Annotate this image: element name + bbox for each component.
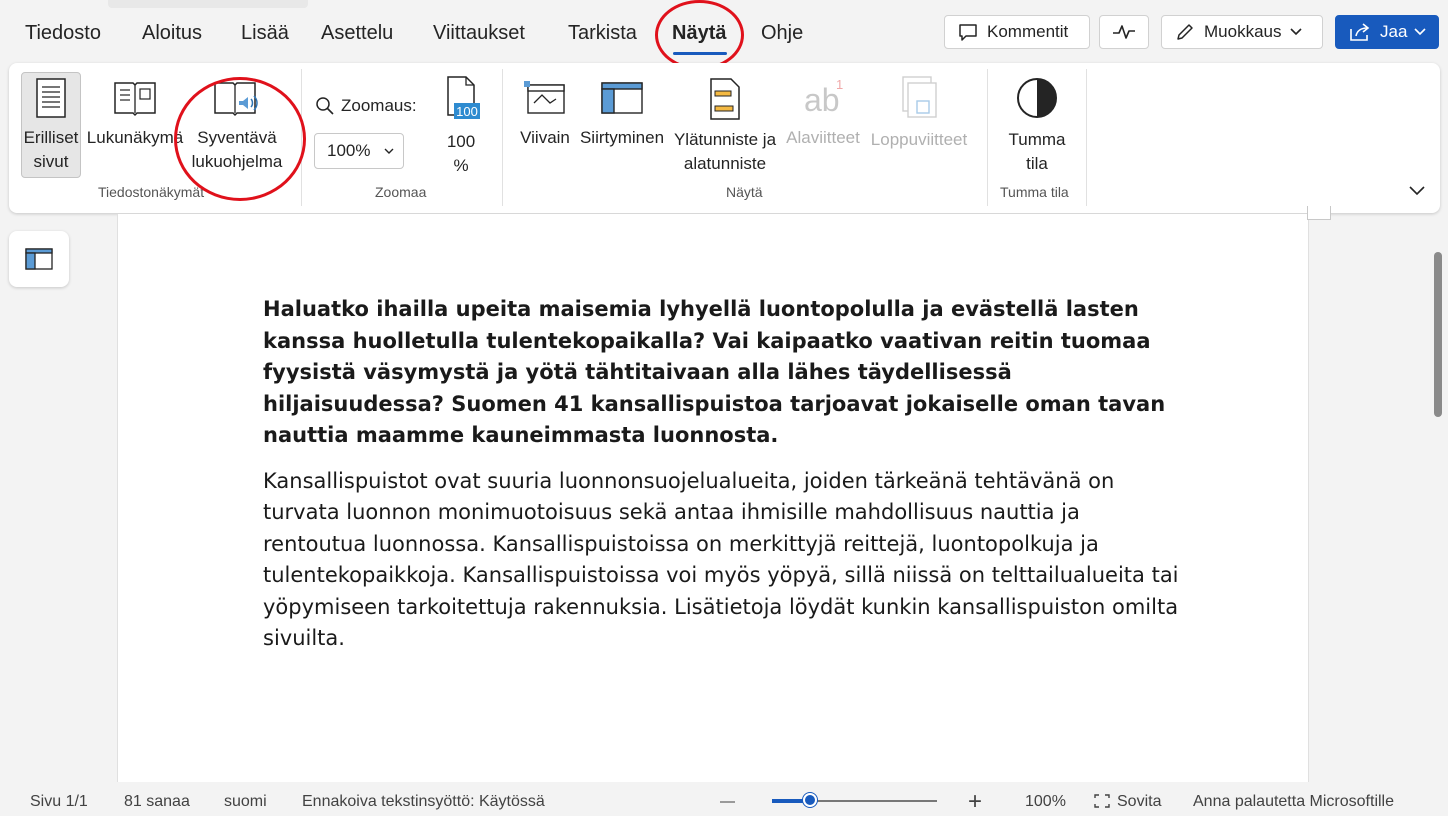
chevron-down-icon bbox=[1414, 28, 1426, 36]
chevron-down-icon bbox=[384, 148, 394, 154]
language-indicator[interactable]: suomi bbox=[224, 793, 267, 811]
reading-view-button[interactable]: Lukunäkymä bbox=[85, 77, 185, 150]
editing-label: Muokkaus bbox=[1204, 22, 1282, 41]
tab-home[interactable]: Aloitus bbox=[142, 22, 202, 45]
header-footer-label-2: alatunniste bbox=[683, 154, 767, 173]
endnotes-label: Loppuviitteet bbox=[870, 130, 968, 149]
ruler-marker bbox=[1307, 206, 1331, 220]
zoom-100-label-1: 100 bbox=[446, 132, 476, 151]
book-icon bbox=[114, 82, 156, 117]
tab-view[interactable]: Näytä bbox=[672, 22, 726, 45]
search-icon bbox=[316, 97, 334, 115]
ribbon-separator bbox=[502, 69, 503, 206]
document-body[interactable]: Haluatko ihailla upeita maisemia lyhyell… bbox=[263, 294, 1183, 669]
ruler-button[interactable]: Viivain bbox=[515, 77, 575, 150]
separate-pages-label-1: Erilliset bbox=[23, 128, 79, 147]
status-bar: Sivu 1/1 81 sanaa suomi Ennakoiva teksti… bbox=[0, 783, 1448, 816]
zoom-out-button[interactable]: — bbox=[720, 793, 735, 810]
group-label-show: Näytä bbox=[726, 184, 763, 200]
group-label-views: Tiedostonäkymät bbox=[98, 184, 205, 200]
word-count[interactable]: 81 sanaa bbox=[124, 793, 190, 811]
comments-button[interactable]: Kommentit bbox=[944, 15, 1090, 49]
document-page[interactable]: Haluatko ihailla upeita maisemia lyhyell… bbox=[117, 214, 1309, 782]
fit-icon bbox=[1094, 794, 1110, 808]
tab-bar: Tiedosto Aloitus Lisää Asettelu Viittauk… bbox=[0, 0, 1448, 70]
ribbon-collapse-chevron-icon[interactable] bbox=[1408, 185, 1426, 197]
ribbon-separator bbox=[301, 69, 302, 206]
share-label: Jaa bbox=[1380, 22, 1408, 41]
navigation-pane-toggle[interactable] bbox=[9, 231, 69, 287]
zoom-in-button[interactable]: + bbox=[968, 788, 982, 816]
fit-button[interactable]: Sovita bbox=[1117, 793, 1161, 811]
tab-layout[interactable]: Asettelu bbox=[321, 22, 393, 45]
ribbon-separator bbox=[1086, 69, 1087, 206]
lead-paragraph[interactable]: Haluatko ihailla upeita maisemia lyhyell… bbox=[263, 294, 1183, 452]
dark-mode-label-1: Tumma bbox=[1008, 130, 1066, 149]
separate-pages-label-2: sivut bbox=[33, 152, 69, 171]
navigation-pane-icon bbox=[25, 248, 53, 270]
header-footer-icon bbox=[710, 78, 740, 120]
footnote-icon: ab1 bbox=[804, 77, 843, 118]
group-label-dark-mode: Tumma tila bbox=[1000, 184, 1069, 200]
zoom-label-row: Zoomaus: bbox=[314, 95, 417, 117]
ribbon-separator bbox=[987, 69, 988, 206]
body-paragraph[interactable]: Kansallispuistot ovat suuria luonnonsuoj… bbox=[263, 466, 1183, 655]
zoom-select-value: 100% bbox=[327, 141, 371, 160]
endnote-icon bbox=[902, 76, 937, 118]
share-icon bbox=[1350, 23, 1370, 41]
group-label-zoom: Zoomaa bbox=[375, 184, 427, 200]
title-strip bbox=[108, 0, 308, 8]
tab-insert[interactable]: Lisää bbox=[241, 22, 289, 45]
tab-references[interactable]: Viittaukset bbox=[433, 22, 525, 45]
footnotes-button[interactable]: ab 1 Alaviitteet bbox=[781, 75, 865, 150]
pencil-icon bbox=[1177, 24, 1193, 40]
zoom-percent[interactable]: 100% bbox=[1025, 793, 1066, 811]
navigation-pane-icon bbox=[601, 82, 643, 114]
header-footer-label-1: Ylätunniste ja bbox=[673, 130, 777, 149]
active-tab-indicator bbox=[673, 52, 727, 55]
share-button[interactable]: Jaa bbox=[1335, 15, 1439, 49]
separate-pages-button[interactable]: Erilliset sivut bbox=[21, 77, 81, 174]
editing-mode-button[interactable]: Muokkaus bbox=[1161, 15, 1323, 49]
chevron-down-icon bbox=[1290, 28, 1303, 36]
immersive-reader-button[interactable]: Syventävä lukuohjelma bbox=[185, 77, 289, 174]
dark-mode-label-2: tila bbox=[1026, 154, 1048, 173]
dark-mode-icon bbox=[1017, 78, 1057, 118]
predictive-text-status[interactable]: Ennakoiva tekstinsyöttö: Käytössä bbox=[302, 793, 545, 811]
feedback-link[interactable]: Anna palautetta Microsoftille bbox=[1193, 793, 1394, 811]
footnotes-label: Alaviitteet bbox=[786, 128, 860, 147]
immersive-reader-icon bbox=[214, 82, 258, 117]
footnote-icon-glyph: ab bbox=[804, 82, 840, 118]
endnotes-button[interactable]: Loppuviitteet bbox=[865, 75, 973, 152]
header-footer-button[interactable]: Ylätunniste ja alatunniste bbox=[669, 77, 781, 176]
immersive-reader-label-2: lukuohjelma bbox=[191, 152, 283, 171]
immersive-reader-label-1: Syventävä bbox=[197, 128, 277, 147]
navigation-pane-button[interactable]: Siirtyminen bbox=[575, 77, 669, 150]
reading-view-label: Lukunäkymä bbox=[86, 128, 184, 147]
comment-icon bbox=[959, 24, 977, 41]
dark-mode-button[interactable]: Tumma tila bbox=[997, 75, 1077, 176]
ribbon: Erilliset sivut Lukunäkymä Syventävä luk… bbox=[9, 63, 1440, 213]
activity-icon bbox=[1113, 25, 1135, 39]
zoom-100-label-2: % bbox=[453, 156, 469, 175]
page-count[interactable]: Sivu 1/1 bbox=[30, 793, 88, 811]
footnote-icon-superscript: 1 bbox=[836, 77, 843, 92]
zoom-label: Zoomaus: bbox=[341, 96, 417, 115]
vertical-scrollbar[interactable] bbox=[1434, 252, 1442, 417]
comments-label: Kommentit bbox=[987, 22, 1069, 41]
tab-help[interactable]: Ohje bbox=[761, 22, 803, 45]
zoom-100-icon-text: 100 bbox=[456, 104, 478, 119]
tab-review[interactable]: Tarkista bbox=[568, 22, 637, 45]
zoom-select[interactable]: 100% bbox=[314, 133, 404, 169]
navigation-label: Siirtyminen bbox=[579, 128, 665, 147]
ruler-icon bbox=[524, 81, 565, 114]
activity-button[interactable] bbox=[1099, 15, 1149, 49]
zoom-100-icon: 100 bbox=[447, 76, 480, 119]
zoom-slider-thumb[interactable] bbox=[803, 793, 817, 807]
tab-file[interactable]: Tiedosto bbox=[25, 22, 101, 45]
zoom-100-button[interactable]: 100 100 % bbox=[432, 75, 490, 178]
page-icon bbox=[36, 78, 66, 118]
ruler-label: Viivain bbox=[520, 128, 570, 147]
